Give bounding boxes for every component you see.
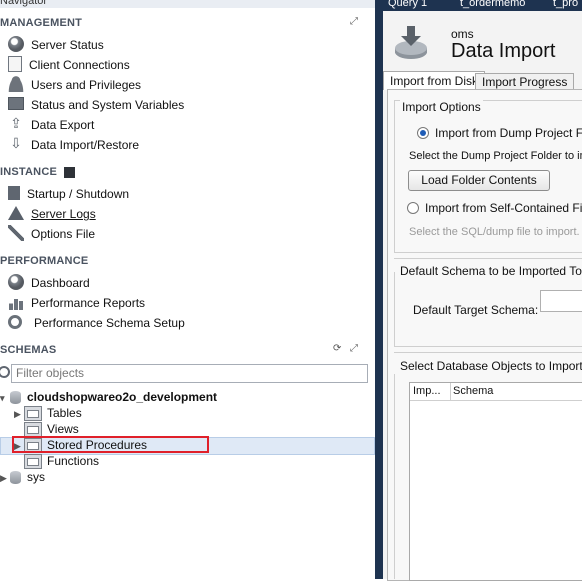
dashboard-icon bbox=[8, 273, 24, 290]
tables-icon bbox=[24, 406, 42, 422]
collapse-arrow-icon[interactable]: ▾ bbox=[0, 390, 10, 406]
highlight-box bbox=[12, 436, 209, 453]
tree-functions[interactable]: Functions bbox=[24, 453, 99, 470]
label-select-sql-file: Select the SQL/dump file to import. P bbox=[409, 226, 582, 238]
expand-schemas-icon[interactable]: ⤢ bbox=[350, 343, 358, 354]
divider bbox=[394, 352, 582, 353]
gear-icon bbox=[8, 314, 22, 329]
database-icon bbox=[10, 391, 21, 405]
splitter[interactable] bbox=[375, 0, 383, 579]
import-icon bbox=[395, 26, 427, 59]
performance-heading: PERFORMANCE bbox=[0, 255, 89, 267]
column-import[interactable]: Imp... bbox=[410, 383, 451, 401]
page-title: Data Import bbox=[451, 40, 556, 62]
refresh-icon[interactable]: ⟳ bbox=[333, 343, 341, 354]
nav-status-variables[interactable]: Status and System Variables bbox=[8, 95, 368, 113]
nav-client-connections[interactable]: Client Connections bbox=[8, 55, 368, 73]
nav-data-export[interactable]: ⇪ Data Export bbox=[8, 115, 368, 133]
tab-import-progress[interactable]: Import Progress bbox=[475, 73, 575, 90]
nav-server-logs[interactable]: Server Logs bbox=[8, 204, 368, 222]
default-target-label: Default Target Schema: bbox=[413, 303, 539, 317]
wrench-icon bbox=[8, 224, 24, 241]
wrench-badge-icon bbox=[64, 166, 76, 178]
nav-performance-reports[interactable]: Performance Reports bbox=[8, 293, 368, 311]
startup-icon bbox=[8, 185, 20, 200]
radio-self-contained[interactable] bbox=[407, 202, 419, 214]
schema-cloudshop[interactable]: ▾ cloudshopwareo2o_development bbox=[0, 389, 217, 405]
search-icon bbox=[0, 366, 10, 378]
import-icon: ⇩ bbox=[10, 134, 22, 151]
user-icon bbox=[8, 75, 24, 92]
database-icon bbox=[10, 471, 21, 485]
tree-views[interactable]: Views bbox=[24, 421, 79, 438]
column-schema[interactable]: Schema bbox=[451, 383, 582, 401]
connection-name: oms bbox=[451, 27, 474, 41]
filter-input[interactable]: Filter objects bbox=[11, 364, 368, 383]
nav-dashboard[interactable]: Dashboard bbox=[8, 273, 368, 291]
client-connections-icon bbox=[8, 55, 22, 72]
export-icon: ⇪ bbox=[10, 114, 22, 131]
divider bbox=[394, 258, 582, 259]
query-tab-bar: Query 1 t_ordermemo t_pro bbox=[383, 0, 582, 11]
tab-t-pro[interactable]: t_pro bbox=[553, 0, 578, 10]
nav-options-file[interactable]: Options File bbox=[8, 224, 368, 242]
radio-dump-folder[interactable] bbox=[417, 127, 429, 139]
nav-data-import[interactable]: ⇩ Data Import/Restore bbox=[8, 135, 368, 153]
navigator-title: Navigator bbox=[0, 0, 375, 8]
expand-arrow-icon[interactable]: ▶ bbox=[14, 406, 24, 422]
instance-heading: INSTANCE bbox=[0, 166, 76, 178]
management-heading: MANAGEMENT bbox=[0, 17, 83, 29]
nav-server-status[interactable]: Server Status bbox=[8, 35, 368, 53]
schema-sys[interactable]: ▶ sys bbox=[0, 469, 45, 485]
default-target-select[interactable] bbox=[540, 290, 582, 312]
monitor-icon bbox=[8, 97, 24, 111]
label-dump-folder: Import from Dump Project Fold bbox=[435, 126, 582, 140]
nav-users-privileges[interactable]: Users and Privileges bbox=[8, 75, 368, 93]
tab-t-ordermemo[interactable]: t_ordermemo bbox=[460, 0, 525, 10]
schema-list[interactable]: Imp... Schema bbox=[409, 382, 582, 581]
expand-arrow-icon[interactable]: ▶ bbox=[0, 470, 10, 486]
import-options-heading: Import Options bbox=[400, 100, 483, 114]
navigator-panel: Navigator MANAGEMENT ⤢ Server Status Cli… bbox=[0, 0, 376, 579]
select-objects-heading: Select Database Objects to Import (or bbox=[400, 359, 582, 373]
tab-query-1[interactable]: Query 1 bbox=[388, 0, 427, 10]
warning-icon bbox=[8, 205, 24, 220]
label-select-dump-folder: Select the Dump Project Folder to im bbox=[409, 150, 582, 162]
nav-startup-shutdown[interactable]: Startup / Shutdown bbox=[8, 184, 368, 202]
nav-performance-schema-setup[interactable]: Performance Schema Setup bbox=[8, 313, 368, 331]
label-self-contained: Import from Self-Contained File bbox=[425, 201, 582, 215]
server-status-icon bbox=[8, 35, 24, 52]
expand-icon[interactable]: ⤢ bbox=[350, 16, 358, 27]
tree-tables[interactable]: ▶ Tables bbox=[14, 405, 82, 422]
schemas-heading: SCHEMAS bbox=[0, 344, 57, 356]
tab-import-from-disk[interactable]: Import from Disk bbox=[383, 71, 486, 90]
functions-icon bbox=[24, 454, 42, 470]
load-folder-button[interactable]: Load Folder Contents bbox=[408, 170, 550, 191]
reports-icon bbox=[8, 293, 24, 310]
